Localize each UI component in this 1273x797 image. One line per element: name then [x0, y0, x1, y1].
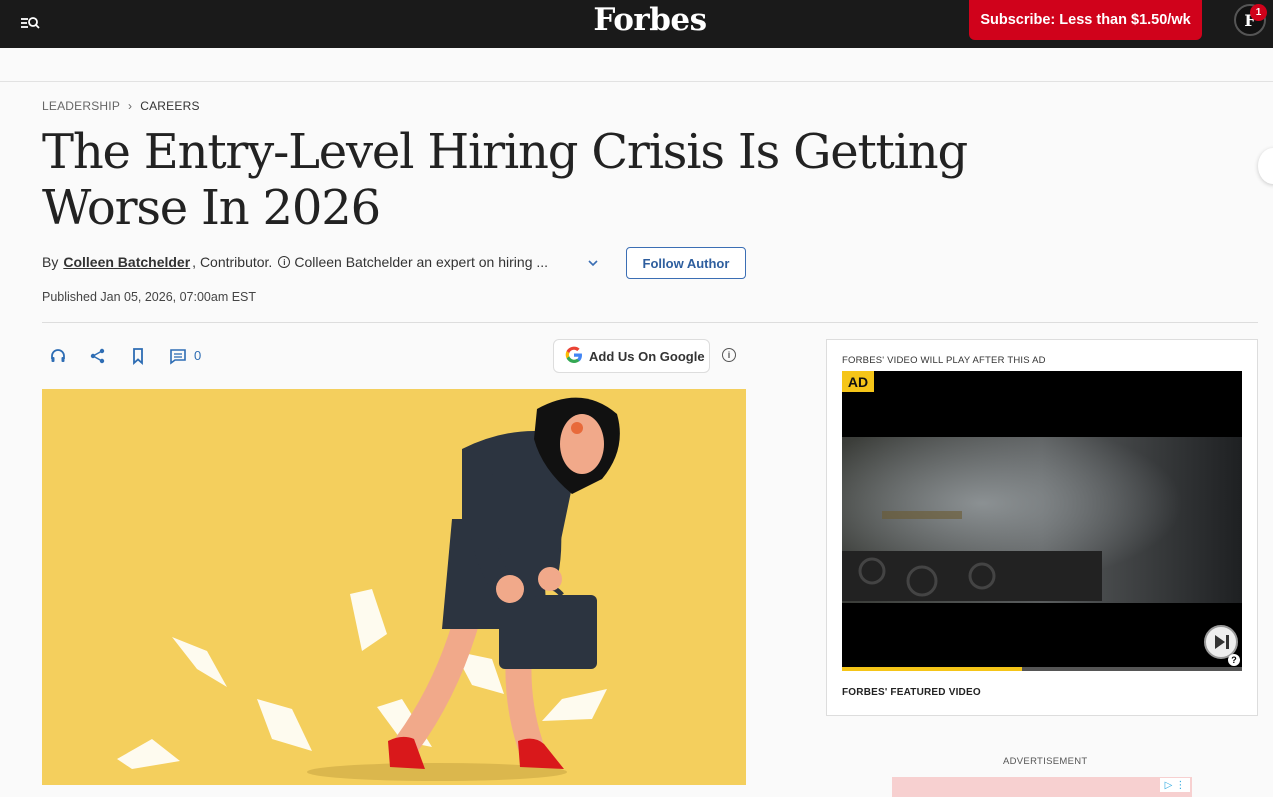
- info-icon: i: [278, 256, 291, 268]
- breadcrumb: LEADERSHIP › CAREERS: [42, 99, 200, 113]
- google-icon: [564, 345, 584, 368]
- author-role: , Contributor.: [192, 254, 273, 270]
- breadcrumb-item-careers[interactable]: CAREERS: [140, 99, 199, 113]
- video-caption: FORBES' VIDEO WILL PLAY AFTER THIS AD: [842, 355, 1046, 366]
- breadcrumb-item-leadership[interactable]: LEADERSHIP: [42, 99, 120, 113]
- follow-author-button[interactable]: Follow Author: [626, 247, 746, 279]
- play-triangle-icon: ▷: [1164, 779, 1173, 791]
- chevron-down-icon[interactable]: [586, 256, 600, 270]
- share-icon[interactable]: [88, 346, 108, 366]
- hero-illustration: [117, 397, 620, 781]
- google-button-label: Add Us On Google: [589, 348, 705, 364]
- add-us-on-google-button[interactable]: Add Us On Google: [553, 339, 710, 373]
- comment-count[interactable]: 0: [194, 348, 201, 363]
- divider: [42, 322, 1258, 323]
- hero-image: [42, 389, 746, 785]
- subscribe-button[interactable]: Subscribe: Less than $1.50/wk: [969, 0, 1202, 40]
- author-link[interactable]: Colleen Batchelder: [63, 254, 190, 270]
- divider: [0, 81, 1273, 82]
- advertisement-label: ADVERTISEMENT: [1003, 756, 1088, 767]
- video-progress-fill: [842, 667, 1022, 671]
- notification-badge: 1: [1250, 4, 1267, 21]
- byline: By Colleen Batchelder , Contributor. i C…: [42, 254, 548, 270]
- advertisement-slot[interactable]: [892, 777, 1192, 797]
- video-thumbnail: [842, 437, 1242, 603]
- ad-tag: AD: [842, 371, 874, 392]
- chevron-right-icon: ›: [128, 99, 133, 113]
- article-headline: The Entry-Level Hiring Crisis Is Getting…: [42, 124, 968, 236]
- side-floating-tab[interactable]: [1258, 148, 1273, 184]
- info-icon[interactable]: i: [722, 348, 736, 362]
- top-navigation-bar: Forbes Subscribe: Less than $1.50/wk F 1: [0, 0, 1273, 48]
- author-bio: Colleen Batchelder an expert on hiring .…: [294, 254, 549, 270]
- bookmark-icon[interactable]: [128, 346, 148, 366]
- video-ad-container: FORBES' VIDEO WILL PLAY AFTER THIS AD AD…: [826, 339, 1258, 716]
- by-prefix: By: [42, 254, 59, 270]
- headphones-icon[interactable]: [48, 346, 68, 366]
- video-player[interactable]: AD ?: [842, 371, 1242, 671]
- more-vertical-icon: ⋮: [1175, 779, 1186, 791]
- featured-video-label: FORBES' FEATURED VIDEO: [842, 687, 981, 698]
- published-date: Published Jan 05, 2026, 07:00am EST: [42, 290, 257, 304]
- comment-icon[interactable]: [168, 346, 188, 366]
- video-progress-bar[interactable]: [842, 667, 1242, 671]
- help-icon[interactable]: ?: [1228, 654, 1240, 666]
